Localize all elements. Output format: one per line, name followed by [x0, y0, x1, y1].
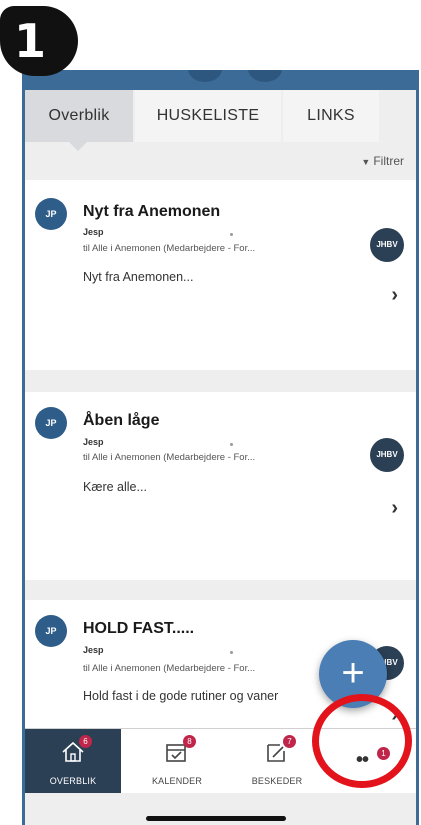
step-number-badge: 1 [0, 6, 78, 76]
post-recipients: til Alle i Anemonen (Medarbejdere - For.… [83, 452, 256, 463]
active-tab-pointer [69, 142, 87, 151]
post-recipients: til Alle i Anemonen (Medarbejdere - For.… [83, 663, 256, 674]
post-author: Jesp [83, 227, 104, 237]
header-avatar[interactable] [248, 70, 282, 82]
post-title: Åben låge [83, 412, 160, 429]
highlight-ring [312, 694, 412, 788]
post-preview: Nyt fra Anemonen... [83, 270, 194, 284]
author-avatar: JP [35, 615, 67, 647]
post-author: Jesp [83, 645, 104, 655]
nav-overblik[interactable]: 6 OVERBLIK [25, 729, 121, 793]
tab-links[interactable]: LINKS [283, 90, 379, 142]
author-avatar: JP [35, 407, 67, 439]
notification-badge: 8 [183, 735, 196, 748]
separator-dot [230, 443, 233, 446]
home-indicator [146, 816, 286, 821]
filter-button[interactable]: ▼ Filtrer [361, 154, 404, 168]
chevron-down-icon: ▼ [361, 157, 371, 167]
post-title: Nyt fra Anemonen [83, 203, 221, 220]
separator-dot [230, 651, 233, 654]
post-card[interactable]: JP Åben låge Jesp til Alle i Anemonen (M… [25, 392, 416, 580]
post-preview: Kære alle... [83, 480, 147, 494]
post-recipients: til Alle i Anemonen (Medarbejdere - For.… [83, 243, 256, 254]
nav-label: BESKEDER [251, 776, 303, 786]
nav-kalender[interactable]: 8 KALENDER [129, 729, 225, 793]
nav-beskeder[interactable]: 7 BESKEDER [229, 729, 325, 793]
tab-overblik[interactable]: Overblik [25, 90, 133, 142]
separator-dot [230, 233, 233, 236]
tab-bar: Overblik HUSKELISTE LINKS [25, 90, 416, 142]
post-author: Jesp [83, 437, 104, 447]
nav-label: KALENDER [151, 776, 203, 786]
tab-huskeliste[interactable]: HUSKELISTE [135, 90, 281, 142]
chevron-right-icon[interactable]: › [391, 497, 398, 520]
app-header [25, 70, 416, 90]
chevron-right-icon[interactable]: › [391, 284, 398, 307]
notification-badge: 7 [283, 735, 296, 748]
header-avatar[interactable] [188, 70, 222, 82]
owner-badge: JHBV [370, 228, 404, 262]
owner-badge: JHBV [370, 438, 404, 472]
post-title: HOLD FAST..... [83, 620, 195, 637]
notification-badge: 6 [79, 735, 92, 748]
author-avatar: JP [35, 198, 67, 230]
post-preview: Hold fast i de gode rutiner og vaner [83, 689, 279, 703]
nav-label: OVERBLIK [49, 776, 97, 786]
filter-label: Filtrer [373, 154, 404, 168]
post-card[interactable]: JP Nyt fra Anemonen Jesp til Alle i Anem… [25, 180, 416, 370]
